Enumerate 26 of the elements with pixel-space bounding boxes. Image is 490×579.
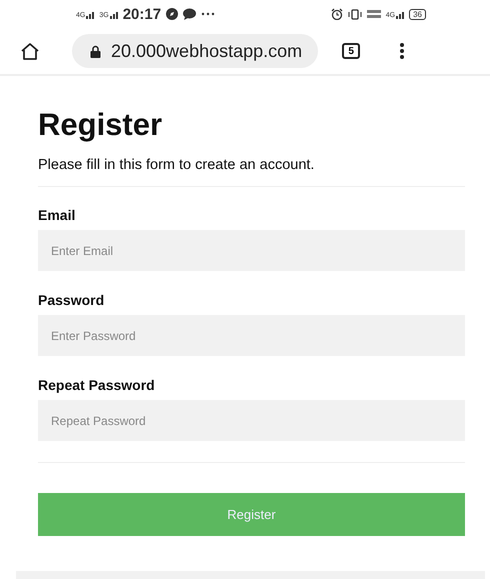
signal-icon: [396, 10, 404, 18]
vibrate-icon: [348, 8, 362, 20]
more-dots-icon: [201, 12, 216, 16]
input-field[interactable]: Enter Password: [38, 315, 465, 356]
input-field[interactable]: Repeat Password: [38, 400, 465, 441]
url-text: 20.000webhostapp.com: [111, 40, 302, 62]
field-label: Repeat Password: [38, 377, 156, 393]
battery-indicator: 36: [409, 8, 426, 20]
signal-icon: [86, 10, 94, 18]
menu-icon: [400, 43, 404, 59]
lock-icon: [90, 44, 101, 58]
field-label: Password: [38, 292, 106, 308]
compass-icon: [166, 8, 178, 20]
volte-signal-icon: [366, 8, 381, 20]
home-icon: [20, 42, 40, 60]
clock: 20:17: [122, 6, 162, 22]
alarm-clock-icon: [330, 8, 343, 20]
field-label: Email: [38, 207, 76, 223]
address-bar[interactable]: 20.000webhostapp.com: [72, 34, 318, 68]
tab-count-button[interactable]: 5: [342, 43, 360, 59]
input-field[interactable]: Enter Email: [38, 230, 465, 271]
signal-icon: [110, 10, 118, 18]
page-heading: Register: [38, 107, 164, 143]
form-description: Please fill in this form to create an account.: [38, 157, 316, 173]
menu-button[interactable]: [398, 41, 406, 61]
chat-bubble-icon: [183, 8, 196, 20]
